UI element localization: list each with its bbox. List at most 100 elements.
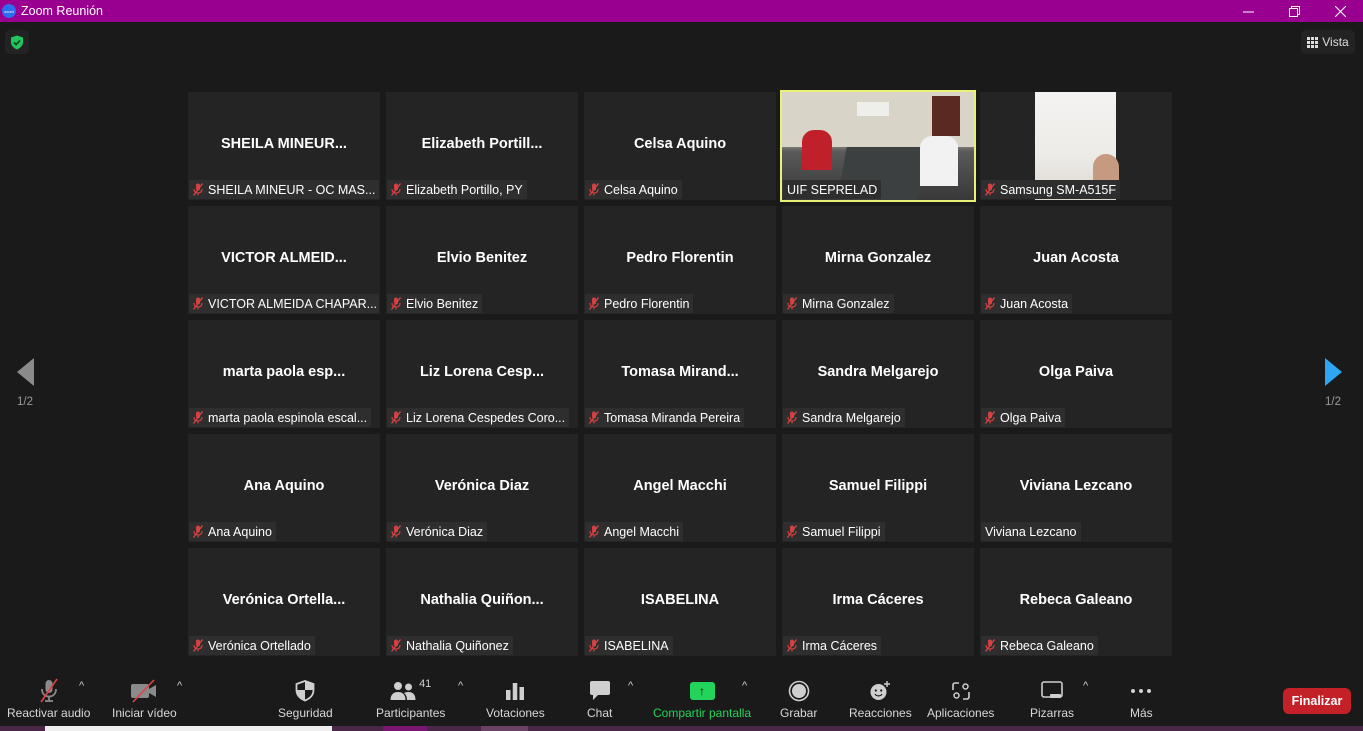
whiteboards-options-caret[interactable]: ^: [1083, 680, 1088, 692]
window-titlebar: zoom Zoom Reunión: [0, 0, 1363, 22]
participant-name-label: Celsa Aquino: [604, 182, 678, 197]
chat-options-caret[interactable]: ^: [628, 680, 633, 692]
page-indicator-left: 1/2: [17, 396, 33, 408]
participant-tile[interactable]: VICTOR ALMEID... VICTOR ALMEIDA CHAPAR...: [188, 206, 380, 314]
participant-tile[interactable]: marta paola esp... marta paola espinola e…: [188, 320, 380, 428]
close-window-button[interactable]: [1317, 0, 1363, 22]
participant-name-label: Juan Acosta: [1000, 296, 1069, 311]
participant-name-label: Verónica Diaz: [406, 524, 484, 539]
participant-display-name: Sandra Melgarejo: [817, 364, 939, 380]
view-button[interactable]: Vista: [1301, 30, 1355, 54]
participant-display-name: Elvio Benitez: [436, 250, 528, 266]
participant-tile[interactable]: Irma Cáceres Irma Cáceres: [782, 548, 974, 656]
mic-muted-icon: [985, 639, 995, 652]
close-icon: [1334, 5, 1346, 17]
participant-tile[interactable]: Mirna Gonzalez Mirna Gonzalez: [782, 206, 974, 314]
participant-name-label: Sandra Melgarejo: [802, 410, 901, 425]
participant-name-label: ISABELINA: [604, 638, 669, 653]
mic-muted-icon: [391, 525, 401, 538]
unmute-audio-button[interactable]: Reactivar audio: [7, 678, 90, 720]
participant-count: 41: [419, 678, 432, 690]
prev-page-control[interactable]: 1/2: [5, 358, 45, 408]
triangle-left-icon[interactable]: [16, 358, 34, 386]
participant-tile-active-speaker[interactable]: UIF SEPRELAD: [780, 90, 976, 202]
participant-display-name: Samuel Filippi: [828, 478, 928, 494]
participant-tile[interactable]: Pedro Florentin Pedro Florentin: [584, 206, 776, 314]
participant-name-tag: Viviana Lezcano: [981, 522, 1081, 541]
end-meeting-button[interactable]: Finalizar: [1283, 688, 1351, 714]
more-button[interactable]: Más: [1130, 678, 1153, 720]
mic-muted-icon: [391, 639, 401, 652]
participant-name-tag: ISABELINA: [585, 636, 673, 655]
participant-tile[interactable]: Liz Lorena Cesp... Liz Lorena Cespedes Co…: [386, 320, 578, 428]
participant-tile[interactable]: Sandra Melgarejo Sandra Melgarejo: [782, 320, 974, 428]
share-screen-button[interactable]: ↑ Compartir pantalla: [653, 678, 751, 720]
participant-tile[interactable]: Verónica Ortella... Verónica Ortellado: [188, 548, 380, 656]
participant-name-label: UIF SEPRELAD: [787, 182, 878, 197]
mic-muted-icon: [985, 297, 995, 310]
next-page-control[interactable]: 1/2: [1313, 358, 1353, 408]
participant-name-label: Rebeca Galeano: [1000, 638, 1094, 653]
participant-tile[interactable]: ISABELINA ISABELINA: [584, 548, 776, 656]
security-button[interactable]: Seguridad: [278, 678, 333, 720]
taskbar-search-box[interactable]: [45, 726, 332, 731]
record-button[interactable]: Grabar: [780, 678, 817, 720]
mic-muted-icon: [391, 183, 401, 196]
triangle-right-icon[interactable]: [1324, 358, 1342, 386]
participant-tile[interactable]: Elvio Benitez Elvio Benitez: [386, 206, 578, 314]
meeting-security-status-button[interactable]: [5, 30, 29, 54]
participants-options-caret[interactable]: ^: [458, 680, 463, 692]
video-options-caret[interactable]: ^: [177, 680, 182, 692]
participant-tile[interactable]: Tomasa Mirand... Tomasa Miranda Pereira: [584, 320, 776, 428]
mic-muted-icon: [40, 678, 58, 703]
participant-tile[interactable]: Nathalia Quiñon... Nathalia Quiñonez: [386, 548, 578, 656]
participant-tile[interactable]: Olga Paiva Olga Paiva: [980, 320, 1172, 428]
participant-name-label: Mirna Gonzalez: [802, 296, 890, 311]
participant-tile[interactable]: Verónica Diaz Verónica Diaz: [386, 434, 578, 542]
participant-tile[interactable]: Viviana Lezcano Viviana Lezcano: [980, 434, 1172, 542]
restore-button[interactable]: [1271, 0, 1317, 22]
participant-name-tag: Angel Macchi: [585, 522, 684, 541]
mic-muted-icon: [193, 183, 203, 196]
whiteboards-button[interactable]: Pizarras: [1030, 678, 1074, 720]
participant-name-tag: Verónica Ortellado: [189, 636, 315, 655]
chat-button[interactable]: Chat: [587, 678, 612, 720]
mic-muted-icon: [193, 639, 203, 652]
record-label: Grabar: [780, 706, 818, 720]
participant-tile[interactable]: Ana Aquino Ana Aquino: [188, 434, 380, 542]
reactions-button[interactable]: Reacciones: [849, 678, 912, 720]
shield-check-icon: [11, 35, 23, 49]
taskbar-active-app[interactable]: [383, 726, 427, 731]
taskbar-app[interactable]: [481, 726, 528, 731]
apps-button[interactable]: Aplicaciones: [927, 678, 994, 720]
participant-name-tag: Elvio Benitez: [387, 294, 483, 313]
participant-tile[interactable]: Samsung SM-A515F: [980, 92, 1172, 200]
mic-muted-icon: [589, 525, 599, 538]
participant-tile[interactable]: Angel Macchi Angel Macchi: [584, 434, 776, 542]
participant-tile[interactable]: Elizabeth Portill... Elizabeth Portillo, …: [386, 92, 578, 200]
mic-muted-icon: [787, 525, 797, 538]
mic-muted-icon: [787, 411, 797, 424]
minimize-button[interactable]: [1225, 0, 1271, 22]
mic-muted-icon: [391, 411, 401, 424]
mic-muted-icon: [985, 183, 995, 196]
participant-display-name: Verónica Ortella...: [222, 592, 346, 608]
participant-tile[interactable]: Celsa Aquino Celsa Aquino: [584, 92, 776, 200]
participant-name-label: VICTOR ALMEIDA CHAPAR...: [208, 296, 378, 311]
start-video-button[interactable]: Iniciar vídeo: [112, 678, 177, 720]
share-options-caret[interactable]: ^: [742, 680, 747, 692]
participant-tile[interactable]: Juan Acosta Juan Acosta: [980, 206, 1172, 314]
participant-name-tag: Nathalia Quiñonez: [387, 636, 513, 655]
participant-name-label: Angel Macchi: [604, 524, 680, 539]
participant-tile[interactable]: Rebeca Galeano Rebeca Galeano: [980, 548, 1172, 656]
participant-name-label: Ana Aquino: [208, 524, 272, 539]
camera-off-icon: [131, 679, 157, 703]
participant-tile[interactable]: SHEILA MINEUR... SHEILA MINEUR - OC MAS..…: [188, 92, 380, 200]
participant-name-label: Nathalia Quiñonez: [406, 638, 509, 653]
polls-button[interactable]: Votaciones: [486, 678, 545, 720]
bar-chart-icon: [506, 683, 525, 700]
participant-tile[interactable]: Samuel Filippi Samuel Filippi: [782, 434, 974, 542]
mic-muted-icon: [193, 297, 203, 310]
participants-button[interactable]: 41 Participantes: [376, 678, 445, 720]
audio-options-caret[interactable]: ^: [79, 680, 84, 692]
